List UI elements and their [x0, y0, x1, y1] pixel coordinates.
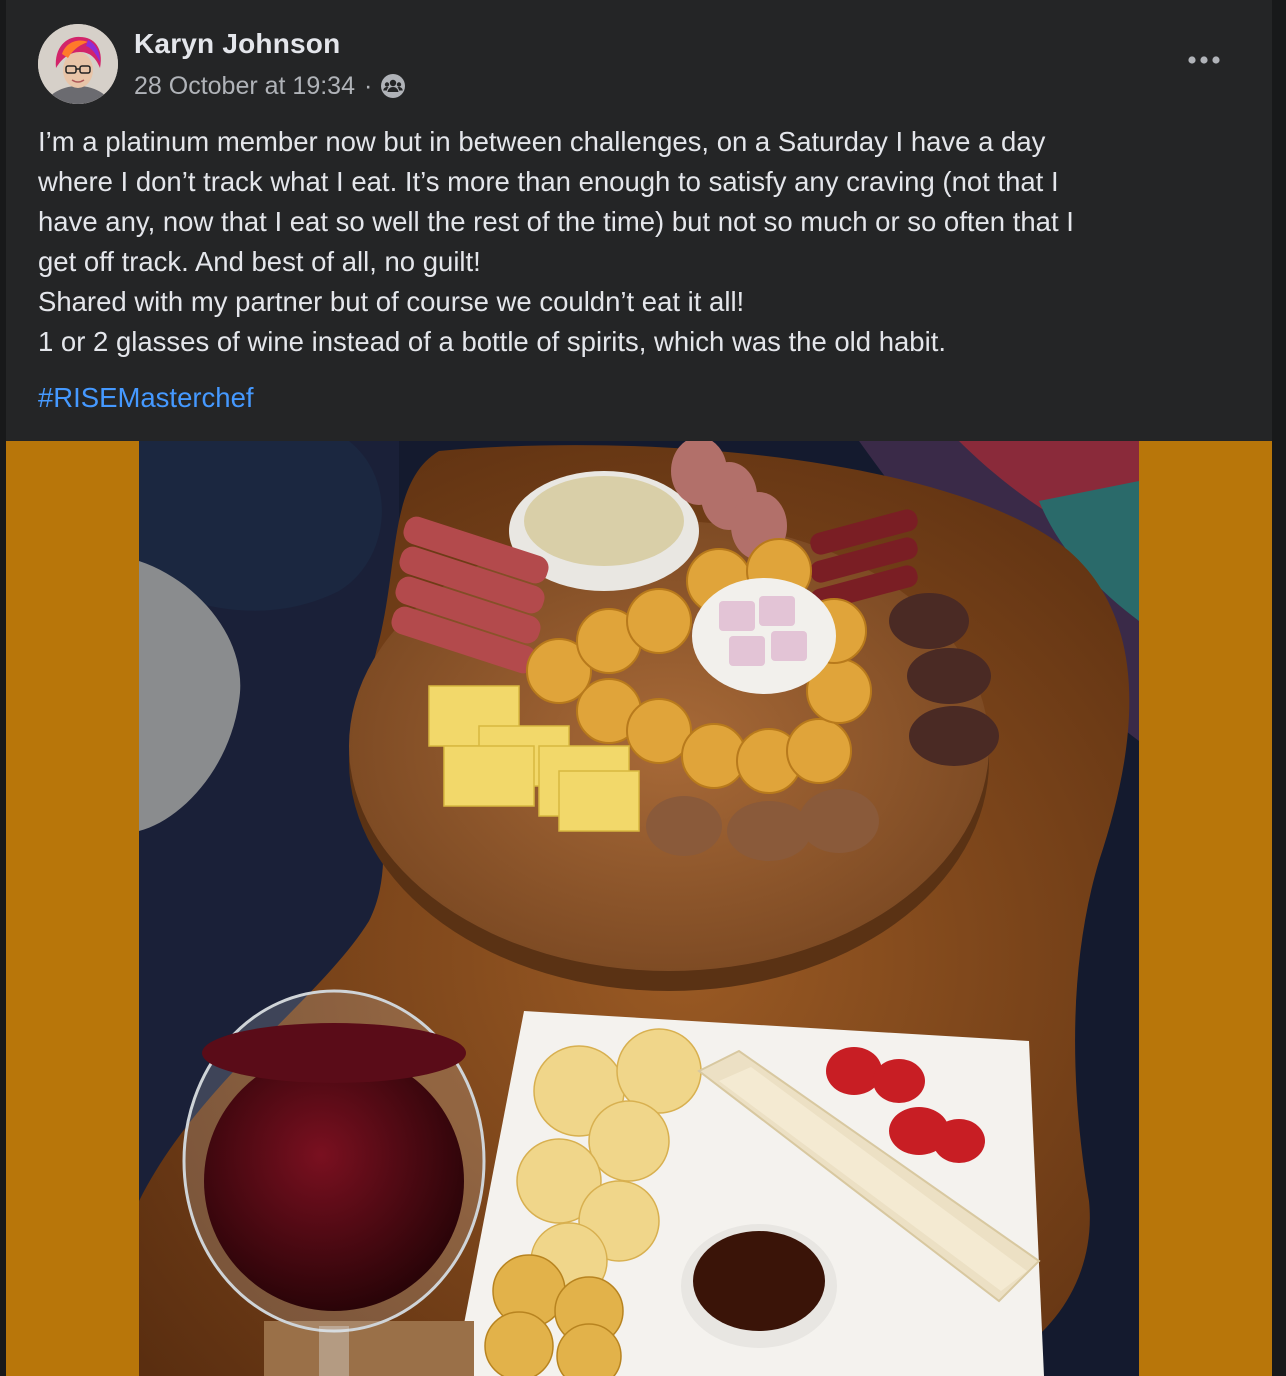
post-text: I’m a platinum member now but in between… [38, 122, 1238, 362]
post-text-line: where I don’t track what I eat. It’s mor… [38, 166, 1059, 197]
post-text-line: have any, now that I eat so well the res… [38, 206, 1074, 237]
avatar-image [38, 24, 118, 104]
charcuterie-photo [139, 441, 1139, 1376]
post-photo-container [6, 441, 1272, 1376]
more-options-button[interactable] [1180, 40, 1228, 80]
more-options-icon [1188, 56, 1220, 64]
post-text-line: get off track. And best of all, no guilt… [38, 246, 481, 277]
post-text-line: I’m a platinum member now but in between… [38, 126, 1046, 157]
author-name[interactable]: Karyn Johnson [134, 28, 340, 60]
hashtag-link[interactable]: #RISEMasterchef [38, 378, 254, 418]
post-header: Karyn Johnson 28 October at 19:34 · [6, 0, 1272, 120]
post-text-line: Shared with my partner but of course we … [38, 286, 745, 317]
post-timestamp[interactable]: 28 October at 19:34 [134, 72, 355, 101]
post-text-line: 1 or 2 glasses of wine instead of a bott… [38, 326, 946, 357]
author-avatar[interactable] [38, 24, 118, 104]
post-photo[interactable] [139, 441, 1139, 1376]
meta-separator: · [363, 71, 373, 100]
post-meta: 28 October at 19:34 · [134, 70, 406, 102]
group-icon[interactable] [380, 73, 406, 99]
post-card: Karyn Johnson 28 October at 19:34 · I’m … [6, 0, 1272, 1376]
